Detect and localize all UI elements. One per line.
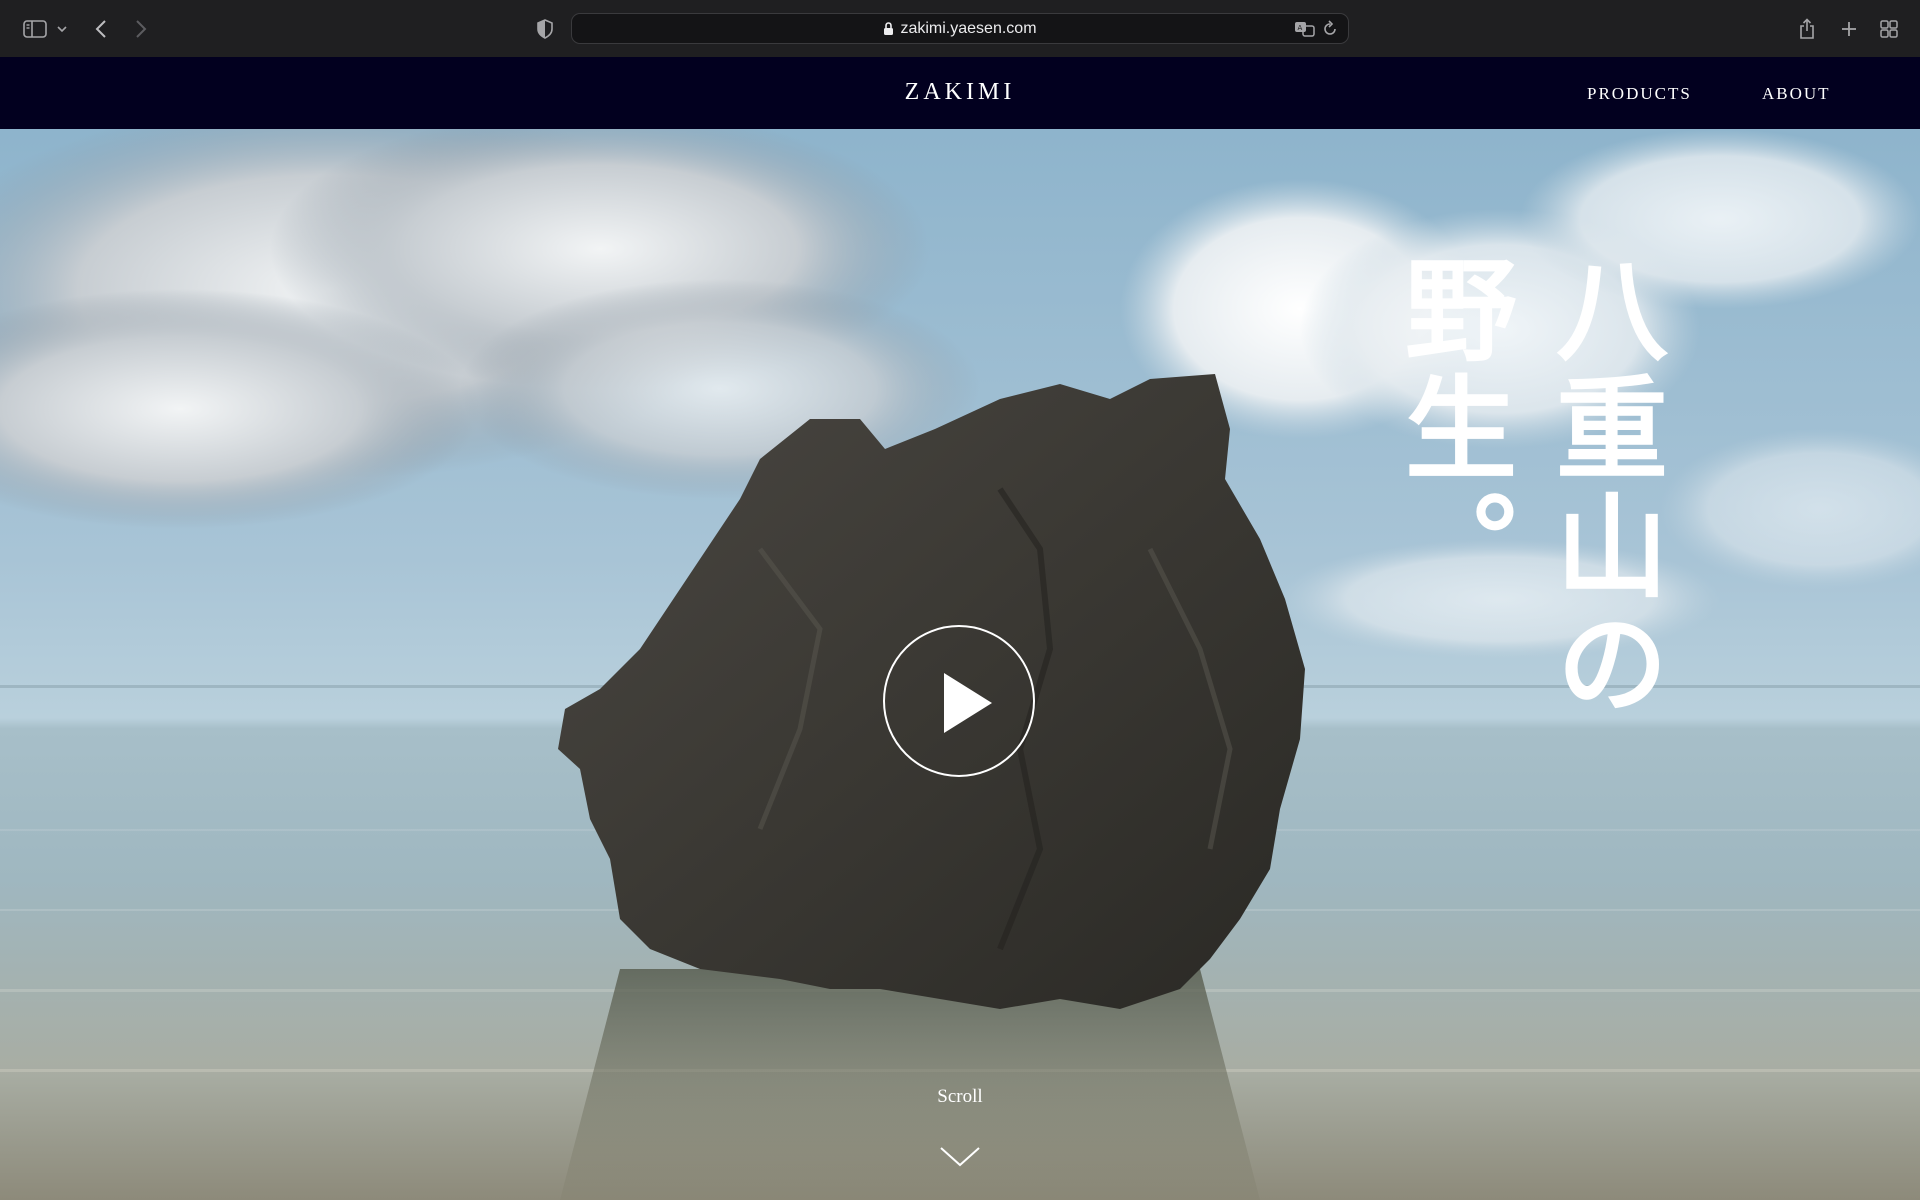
tab-overview-icon[interactable] xyxy=(1876,14,1902,44)
play-icon xyxy=(944,673,992,733)
svg-text:A: A xyxy=(1298,24,1303,32)
lock-icon xyxy=(883,21,894,36)
sidebar-icon[interactable] xyxy=(20,14,50,44)
back-button[interactable] xyxy=(88,14,114,44)
plus-icon[interactable] xyxy=(1836,14,1862,44)
scroll-label[interactable]: Scroll xyxy=(0,1086,1920,1108)
shield-icon[interactable] xyxy=(532,14,558,44)
chevron-down-icon[interactable] xyxy=(939,1146,981,1168)
translate-icon[interactable]: A xyxy=(1294,20,1316,43)
hero-video: 八重山の 野生。 Scroll xyxy=(0,129,1920,1200)
forward-button[interactable] xyxy=(128,14,154,44)
chevron-right-icon xyxy=(136,20,147,38)
address-bar[interactable]: zakimi.yaesen.com A xyxy=(571,13,1349,44)
chevron-down-icon[interactable] xyxy=(54,14,70,44)
chevron-left-icon xyxy=(95,20,106,38)
browser-toolbar: zakimi.yaesen.com A xyxy=(0,0,1920,57)
url-text: zakimi.yaesen.com xyxy=(900,19,1037,37)
nav-products-link[interactable]: PRODUCTS xyxy=(1587,84,1692,104)
play-button[interactable] xyxy=(883,625,1035,777)
share-icon[interactable] xyxy=(1794,14,1820,44)
tagline-left: 野生。 xyxy=(1386,252,1516,606)
nav-about-link[interactable]: ABOUT xyxy=(1762,84,1831,104)
site-header: ZAKIMI PRODUCTS ABOUT xyxy=(0,57,1920,129)
tagline-right: 八重山の xyxy=(1537,252,1667,724)
reload-icon[interactable] xyxy=(1322,20,1338,43)
